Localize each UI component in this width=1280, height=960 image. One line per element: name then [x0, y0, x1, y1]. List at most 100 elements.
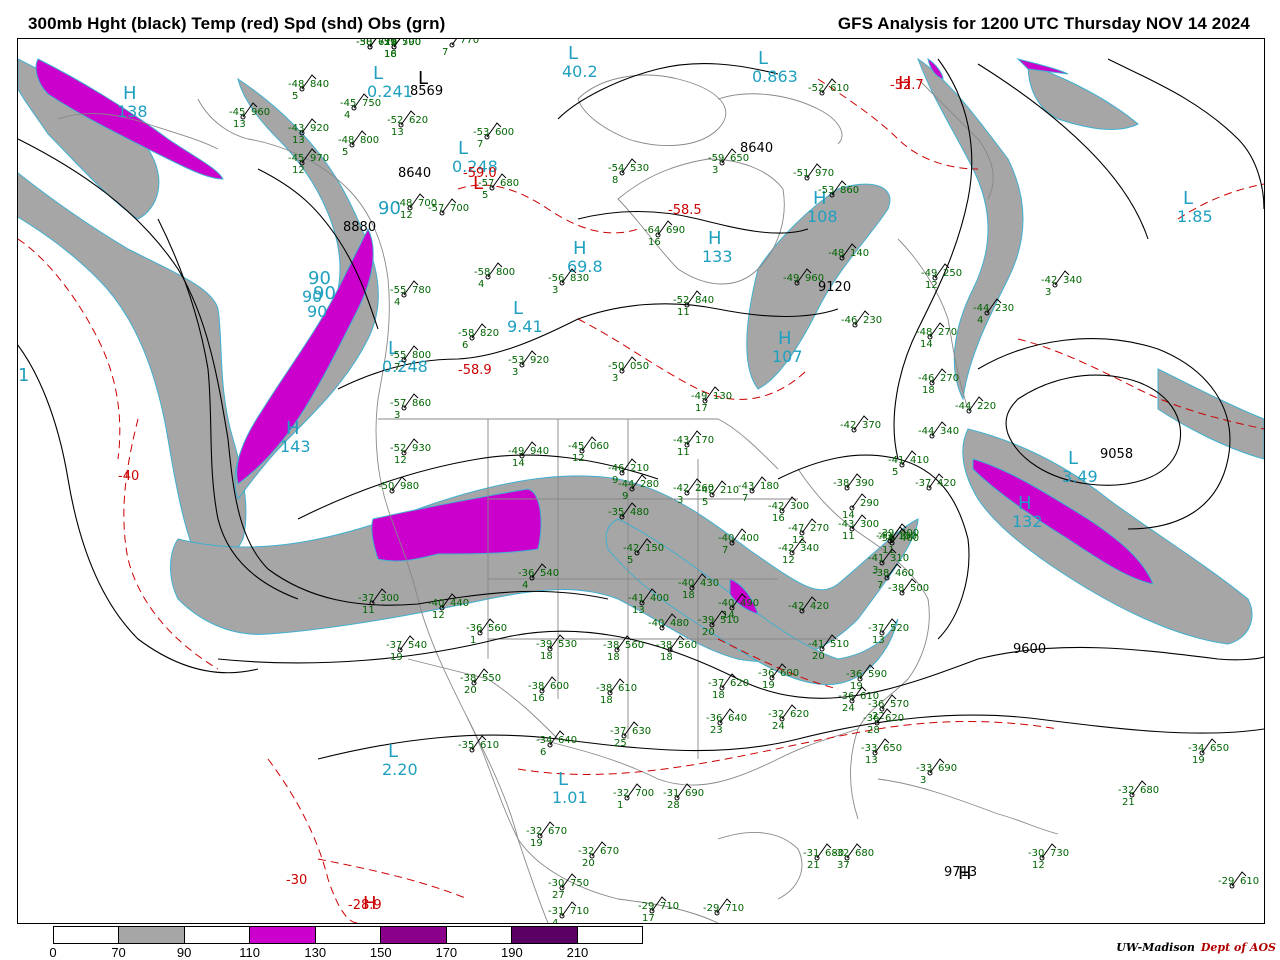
temperature-label: -30 [286, 873, 307, 888]
station-observation: -42 340 3 [1041, 270, 1082, 298]
center-letter: L [1068, 448, 1078, 469]
center-letter: H [1018, 493, 1032, 514]
obs-temperature: -57 [390, 398, 406, 409]
station-observation: -64 690 16 [644, 220, 685, 248]
obs-height: 420 [937, 478, 956, 489]
obs-temperature: -48 [828, 248, 844, 259]
obs-temperature: -32 [613, 788, 629, 799]
obs-temperature: -40 [718, 533, 734, 544]
obs-temperature: -38 [873, 568, 889, 579]
obs-height: 430 [700, 578, 719, 589]
obs-speed: 25 [614, 738, 627, 749]
station-observation: -47 27012 [788, 518, 829, 546]
pressure-center: H69.8 [567, 238, 603, 276]
obs-height: 480 [670, 618, 689, 629]
obs-height: 750 [570, 878, 589, 889]
weather-map: H 138 L 40.2 L 0.863 L 0.241 L 0.248 H 69.8 L 9.41 L 0.… [17, 38, 1265, 924]
obs-height: 130 [713, 391, 732, 402]
obs-height: 290 [860, 498, 879, 509]
obs-speed: 13 [233, 119, 246, 130]
obs-height: 650 [883, 743, 902, 754]
obs-speed: 16 [532, 693, 545, 704]
station-observation: -43 180 7 [738, 476, 779, 504]
obs-height: 310 [890, 553, 909, 564]
colorbar-segment [250, 927, 316, 943]
obs-height: 560 [488, 623, 507, 634]
station-observation: -32 620 24 [768, 704, 809, 732]
obs-height: 670 [600, 846, 619, 857]
station-observation: -49 250 12 [921, 263, 962, 291]
height-contour-label: 8640 [398, 166, 431, 181]
center-value: 40.2 [562, 62, 598, 81]
station-observation: -36 600 19 [758, 663, 799, 691]
station-observation: -32 670 19 [526, 821, 567, 849]
colorbar-segment [184, 927, 251, 943]
center-letter: L [1183, 188, 1193, 209]
colorbar-segment [119, 927, 185, 943]
obs-temperature: -30 [548, 878, 564, 889]
obs-temperature: -52 [387, 115, 403, 126]
obs-temperature: -54 [608, 163, 624, 174]
obs-temperature: -41 [628, 593, 644, 604]
obs-speed: 1 [617, 800, 623, 811]
wind-speed-colorbar [53, 926, 643, 944]
obs-temperature: -42 [623, 543, 639, 554]
obs-speed: 18 [682, 590, 695, 601]
obs-height: 340 [1063, 275, 1082, 286]
station-observation: -36 640 23 [706, 708, 747, 736]
obs-temperature: -36 [863, 713, 879, 724]
obs-speed: 7 [877, 580, 883, 591]
obs-temperature: -45 [229, 107, 245, 118]
obs-speed: 13 [632, 605, 645, 616]
center-value: 3.49 [1062, 467, 1098, 486]
colorbar-tick-label: 170 [435, 945, 458, 960]
yucatan [717, 831, 803, 900]
station-observation: -32 680 21 [1118, 780, 1159, 808]
obs-speed: 28 [867, 725, 880, 736]
obs-temperature: -37 [915, 478, 931, 489]
obs-temperature: -53 [473, 127, 489, 138]
obs-temperature: -32 [1118, 785, 1134, 796]
obs-speed: 23 [710, 725, 723, 736]
obs-temperature: -38 [460, 673, 476, 684]
obs-height: 840 [695, 295, 714, 306]
center-value: 133 [702, 247, 733, 266]
obs-height: 770 [460, 39, 479, 46]
obs-speed: 18 [922, 385, 935, 396]
obs-speed: 18 [540, 651, 553, 662]
obs-temperature: -36 [758, 668, 774, 679]
station-observation: -59 650 3 [708, 148, 749, 176]
obs-speed: 8 [612, 175, 618, 186]
obs-height: 510 [830, 639, 849, 650]
obs-temperature: -40 [428, 598, 444, 609]
station-observation: -51 970 [793, 163, 834, 181]
obs-temperature: -53 [508, 355, 524, 366]
obs-height: 920 [310, 123, 329, 134]
center-value: 138 [117, 102, 148, 121]
obs-height: 300 [860, 519, 879, 530]
obs-height: 700 [450, 203, 469, 214]
center-value: 90 [307, 302, 327, 321]
obs-temperature: -30 [356, 39, 372, 48]
pressure-center: L2.20 [382, 741, 418, 779]
station-observation: -38 560 18 [603, 635, 644, 663]
obs-speed: 13 [292, 135, 305, 146]
obs-temperature: -32 [768, 709, 784, 720]
obs-temperature: -46 [608, 463, 624, 474]
center-letter: 90 [313, 283, 336, 304]
temperature-label: -52.7 [890, 78, 924, 93]
station-observation: -52 840 11 [673, 290, 714, 318]
obs-speed: 3 [677, 495, 683, 506]
center-letter: H [123, 83, 137, 104]
station-observation: -48 840 5 [288, 74, 329, 102]
obs-height: 270 [938, 327, 957, 338]
obs-height: 600 [495, 127, 514, 138]
station-observation: -35 610 [458, 735, 499, 753]
temperature-label: -28.9 [348, 898, 382, 913]
obs-speed: 9 [622, 491, 628, 502]
obs-height: 980 [400, 481, 419, 492]
obs-speed: 21 [807, 860, 820, 871]
obs-temperature: -43 [673, 435, 689, 446]
obs-height: 170 [695, 435, 714, 446]
center-letter: L [568, 43, 578, 64]
